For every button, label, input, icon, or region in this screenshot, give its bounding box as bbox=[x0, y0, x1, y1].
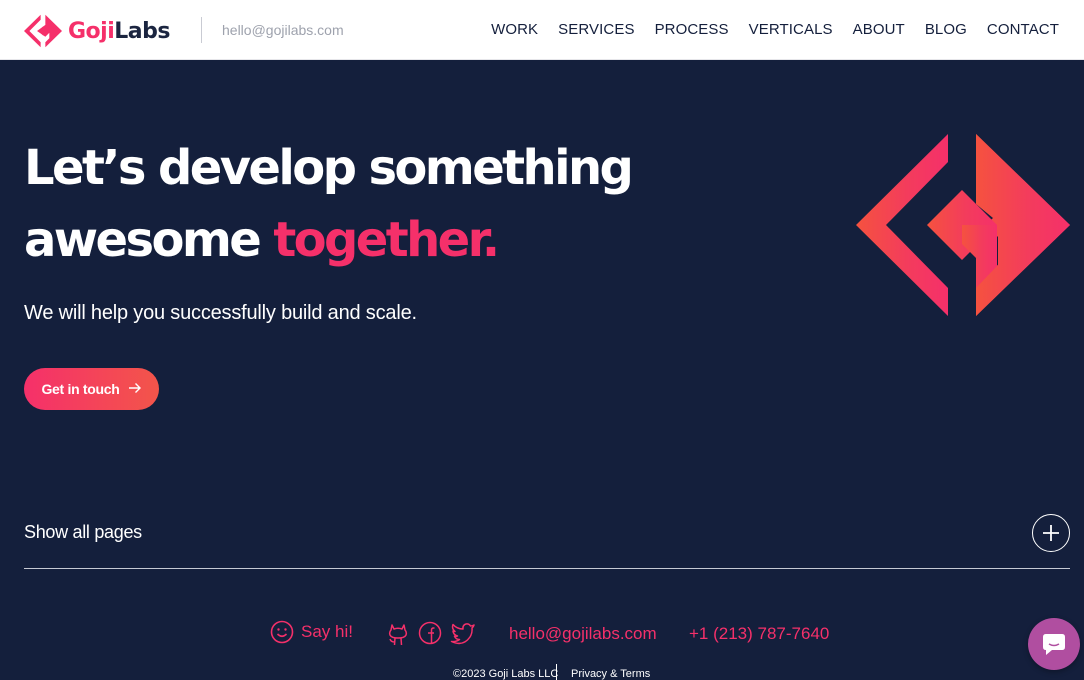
footer-contact-row: Say hi! hello@gojilabs.com +1 (213) 787-… bbox=[0, 620, 1084, 648]
facebook-icon[interactable] bbox=[418, 621, 442, 645]
hero-title-line2: awesome bbox=[24, 212, 274, 268]
gojilabs-logo[interactable]: GojiLabs bbox=[24, 13, 170, 49]
header-divider bbox=[201, 17, 202, 43]
nav-services[interactable]: SERVICES bbox=[558, 21, 634, 38]
header-email-link[interactable]: hello@gojilabs.com bbox=[222, 22, 344, 38]
hero-title-accent: together. bbox=[273, 212, 500, 268]
plus-icon[interactable] bbox=[1032, 514, 1070, 552]
nav-work[interactable]: WORK bbox=[491, 21, 538, 38]
privacy-terms-link[interactable]: Privacy & Terms bbox=[571, 668, 650, 680]
gojilabs-hero-logo-icon bbox=[856, 134, 1070, 316]
logo-wordmark: GojiLabs bbox=[68, 19, 170, 44]
logo-labs: Labs bbox=[114, 18, 170, 44]
social-links bbox=[386, 621, 476, 647]
gojilabs-logo-icon bbox=[24, 14, 62, 48]
footer-email-link[interactable]: hello@gojilabs.com bbox=[509, 624, 657, 644]
hero-title-line1: Let’s develop something bbox=[24, 140, 634, 196]
get-in-touch-button[interactable]: Get in touch bbox=[24, 368, 159, 410]
footer-divider bbox=[556, 664, 557, 680]
section-divider bbox=[24, 568, 1070, 569]
show-all-pages-label[interactable]: Show all pages bbox=[24, 522, 142, 543]
github-icon[interactable] bbox=[386, 621, 410, 647]
hero-subtitle: We will help you successfully build and … bbox=[24, 302, 417, 324]
nav-blog[interactable]: BLOG bbox=[925, 21, 967, 38]
main-nav: WORK SERVICES PROCESS VERTICALS ABOUT BL… bbox=[491, 21, 1059, 38]
nav-contact[interactable]: CONTACT bbox=[987, 21, 1059, 38]
copyright-text: ©2023 Goji Labs LLC bbox=[453, 668, 559, 680]
smiley-icon bbox=[270, 620, 294, 644]
logo-goji: Goji bbox=[68, 18, 115, 44]
nav-about[interactable]: ABOUT bbox=[853, 21, 905, 38]
say-hi-link[interactable]: Say hi! bbox=[270, 620, 353, 644]
hero-title: Let’s develop something awesome together… bbox=[24, 132, 664, 276]
nav-verticals[interactable]: VERTICALS bbox=[749, 21, 833, 38]
twitter-icon[interactable] bbox=[450, 621, 476, 645]
chat-launcher-button[interactable] bbox=[1028, 618, 1080, 670]
chat-bubble-icon bbox=[1043, 634, 1065, 655]
site-header: GojiLabs hello@gojilabs.com WORK SERVICE… bbox=[0, 0, 1084, 60]
arrow-right-icon bbox=[128, 381, 142, 398]
say-hi-label: Say hi! bbox=[301, 622, 353, 641]
footer-phone-link[interactable]: +1 (213) 787-7640 bbox=[689, 624, 829, 644]
cta-label: Get in touch bbox=[41, 381, 120, 397]
nav-process[interactable]: PROCESS bbox=[655, 21, 729, 38]
